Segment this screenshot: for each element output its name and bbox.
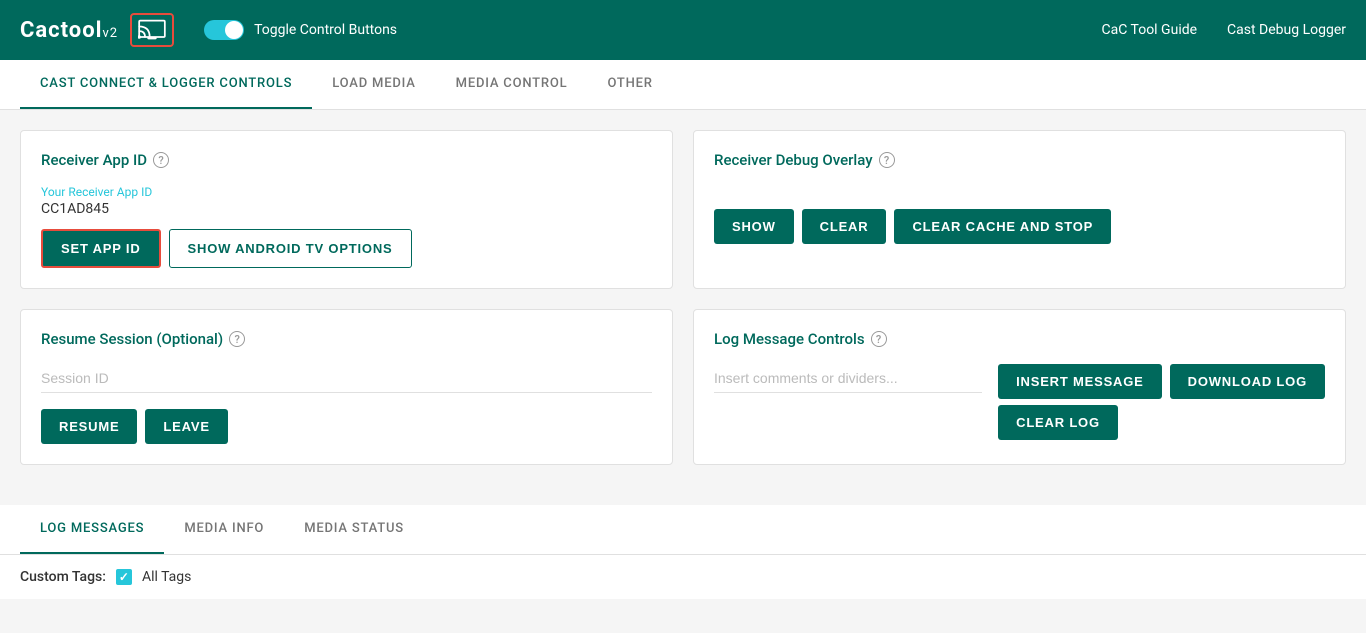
header-nav: CaC Tool Guide Cast Debug Logger	[1102, 22, 1347, 38]
bottom-tabs-bar: LOG MESSAGES MEDIA INFO MEDIA STATUS	[0, 505, 1366, 555]
receiver-debug-overlay-buttons: SHOW CLEAR CLEAR CACHE AND STOP	[714, 209, 1325, 244]
receiver-app-id-help-icon[interactable]: ?	[153, 152, 169, 168]
show-overlay-button[interactable]: SHOW	[714, 209, 794, 244]
tab-media-info[interactable]: MEDIA INFO	[164, 505, 284, 554]
tab-other[interactable]: OTHER	[587, 60, 672, 109]
session-id-input[interactable]	[41, 364, 652, 393]
toggle-section: Toggle Control Buttons	[204, 20, 397, 40]
log-buttons-stack: INSERT MESSAGE DOWNLOAD LOG CLEAR LOG	[998, 364, 1325, 440]
receiver-app-id-value: CC1AD845	[41, 201, 652, 217]
logo-version: v2	[102, 26, 118, 41]
resume-session-label: Resume Session (Optional)	[41, 330, 223, 348]
receiver-debug-overlay-help-icon[interactable]: ?	[879, 152, 895, 168]
app-header: Cactoolv2 Toggle Control Buttons CaC Too…	[0, 0, 1366, 60]
clear-log-button[interactable]: CLEAR LOG	[998, 405, 1118, 440]
tabs-bar: CAST CONNECT & LOGGER CONTROLS LOAD MEDI…	[0, 60, 1366, 110]
top-cards-row: Receiver App ID ? Your Receiver App ID C…	[20, 130, 1346, 289]
cast-icon-wrapper[interactable]	[130, 13, 174, 47]
receiver-debug-overlay-label: Receiver Debug Overlay	[714, 151, 873, 169]
receiver-app-id-title: Receiver App ID ?	[41, 151, 652, 169]
toggle-knob	[225, 21, 243, 39]
custom-tags-label: Custom Tags:	[20, 569, 106, 585]
logo-text: Cactoolv2	[20, 18, 118, 43]
receiver-app-id-input-label: Your Receiver App ID	[41, 185, 652, 199]
resume-session-card: Resume Session (Optional) ? RESUME LEAVE	[20, 309, 673, 465]
all-tags-label: All Tags	[142, 569, 191, 585]
clear-overlay-button[interactable]: CLEAR	[802, 209, 887, 244]
custom-tags-row: Custom Tags: ✓ All Tags	[0, 555, 1366, 599]
logo-name: Cactool	[20, 18, 102, 43]
show-android-tv-options-button[interactable]: SHOW ANDROID TV OPTIONS	[169, 229, 412, 268]
download-log-button[interactable]: DOWNLOAD LOG	[1170, 364, 1325, 399]
receiver-app-id-card: Receiver App ID ? Your Receiver App ID C…	[20, 130, 673, 289]
receiver-debug-overlay-card: Receiver Debug Overlay ? SHOW CLEAR CLEA…	[693, 130, 1346, 289]
log-input-area	[714, 364, 982, 393]
resume-session-title: Resume Session (Optional) ?	[41, 330, 652, 348]
receiver-debug-overlay-title: Receiver Debug Overlay ?	[714, 151, 1325, 169]
tab-media-status[interactable]: MEDIA STATUS	[284, 505, 424, 554]
receiver-app-id-buttons: SET APP ID SHOW ANDROID TV OPTIONS	[41, 229, 652, 268]
log-comment-input[interactable]	[714, 364, 982, 393]
log-message-controls-label: Log Message Controls	[714, 330, 865, 348]
cast-icon	[138, 19, 166, 41]
log-message-controls-title: Log Message Controls ?	[714, 330, 1325, 348]
leave-button[interactable]: LEAVE	[145, 409, 227, 444]
log-message-controls-content: INSERT MESSAGE DOWNLOAD LOG CLEAR LOG	[714, 364, 1325, 440]
all-tags-checkbox[interactable]: ✓	[116, 569, 132, 585]
toggle-label: Toggle Control Buttons	[254, 22, 397, 38]
set-app-id-button[interactable]: SET APP ID	[41, 229, 161, 268]
toggle-control-buttons[interactable]	[204, 20, 244, 40]
tab-log-messages[interactable]: LOG MESSAGES	[20, 505, 164, 554]
resume-session-help-icon[interactable]: ?	[229, 331, 245, 347]
logo-section: Cactoolv2	[20, 13, 174, 47]
clear-cache-stop-button[interactable]: CLEAR CACHE AND STOP	[894, 209, 1111, 244]
insert-message-button[interactable]: INSERT MESSAGE	[998, 364, 1162, 399]
cast-debug-logger-link[interactable]: Cast Debug Logger	[1227, 22, 1346, 38]
bottom-cards-row: Resume Session (Optional) ? RESUME LEAVE…	[20, 309, 1346, 465]
main-content: Receiver App ID ? Your Receiver App ID C…	[0, 110, 1366, 505]
checkbox-checkmark: ✓	[119, 570, 129, 584]
resume-button[interactable]: RESUME	[41, 409, 137, 444]
log-message-controls-card: Log Message Controls ? INSERT MESSAGE DO…	[693, 309, 1346, 465]
tab-cast-connect[interactable]: CAST CONNECT & LOGGER CONTROLS	[20, 60, 312, 109]
log-message-controls-help-icon[interactable]: ?	[871, 331, 887, 347]
resume-session-buttons: RESUME LEAVE	[41, 409, 652, 444]
tab-media-control[interactable]: MEDIA CONTROL	[436, 60, 588, 109]
cac-tool-guide-link[interactable]: CaC Tool Guide	[1102, 22, 1198, 38]
tab-load-media[interactable]: LOAD MEDIA	[312, 60, 435, 109]
receiver-app-id-label: Receiver App ID	[41, 151, 147, 169]
